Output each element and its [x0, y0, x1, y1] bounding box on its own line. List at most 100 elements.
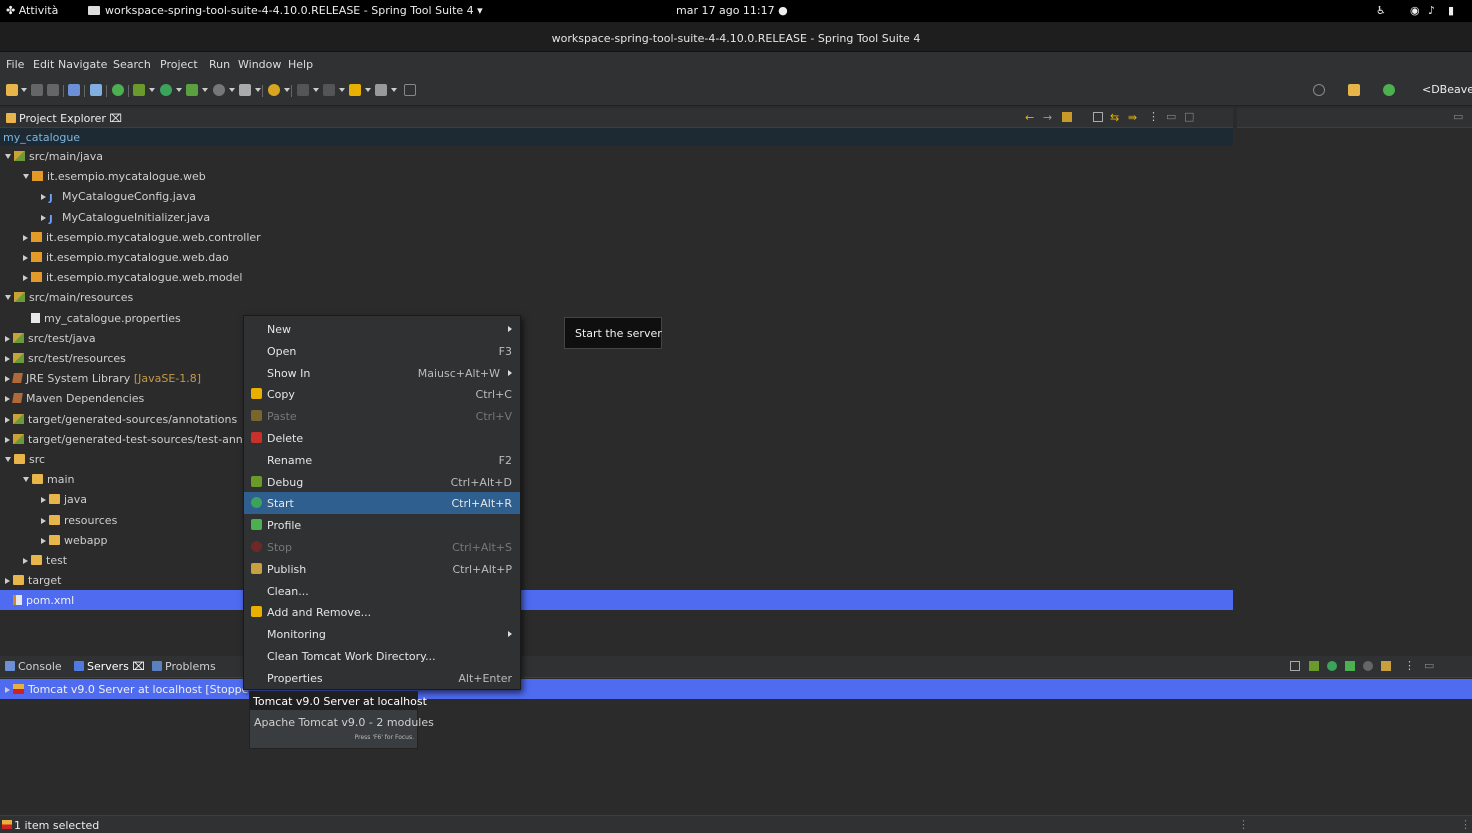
- tree-item[interactable]: test: [0, 550, 1233, 570]
- menu-run[interactable]: Run: [209, 58, 230, 71]
- accessibility-icon[interactable]: ♿: [1376, 4, 1386, 17]
- app-menu[interactable]: workspace-spring-tool-suite-4-4.10.0.REL…: [88, 4, 483, 17]
- menu-item-open[interactable]: Open F3: [244, 340, 520, 362]
- tree-item[interactable]: Maven Dependencies: [0, 388, 1233, 408]
- open-type-icon[interactable]: [239, 84, 251, 96]
- menu-item-stop[interactable]: Stop Ctrl+Alt+S: [244, 536, 520, 558]
- view-menu-icon[interactable]: ⋮: [1148, 110, 1159, 123]
- tree-item[interactable]: main: [0, 469, 1233, 489]
- terminal-icon[interactable]: [68, 84, 80, 96]
- menu-item-clean-tomcat-work-directory[interactable]: Clean Tomcat Work Directory...: [244, 645, 520, 667]
- expand-arrow-icon[interactable]: [41, 497, 46, 504]
- last-edit-dropdown-icon[interactable]: [339, 88, 345, 92]
- tree-item[interactable]: src/main/resources: [0, 287, 1233, 307]
- up-folder-icon[interactable]: [1062, 112, 1072, 122]
- server-publish-icon[interactable]: [1381, 661, 1391, 671]
- tree-item[interactable]: resources: [0, 510, 1233, 530]
- expand-arrow-icon[interactable]: [41, 517, 46, 524]
- link-editor-icon[interactable]: ⇆: [1110, 111, 1119, 124]
- expand-arrow-icon[interactable]: [5, 376, 10, 383]
- spring-boot-icon[interactable]: [112, 84, 124, 96]
- expand-arrow-icon[interactable]: [5, 335, 10, 342]
- project-breadcrumb[interactable]: my_catalogue: [0, 128, 1233, 146]
- menu-item-profile[interactable]: Profile: [244, 514, 520, 536]
- tree-item[interactable]: target: [0, 570, 1233, 590]
- run-dropdown-icon[interactable]: [176, 88, 182, 92]
- menu-window[interactable]: Window: [238, 58, 281, 71]
- open-type-dropdown-icon[interactable]: [255, 88, 261, 92]
- expand-arrow-icon[interactable]: [5, 687, 10, 693]
- tree-item[interactable]: JRE System Library [JavaSE-1.8]: [0, 368, 1233, 388]
- menu-file[interactable]: File: [6, 58, 24, 71]
- collapse-arrow-icon[interactable]: [5, 295, 11, 301]
- server-stop-icon[interactable]: [1363, 661, 1373, 671]
- tab-console[interactable]: Console: [5, 660, 62, 673]
- menu-item-properties[interactable]: Properties Alt+Enter: [244, 667, 520, 689]
- coverage-icon[interactable]: [186, 84, 198, 96]
- minimize-icon[interactable]: ▭: [1166, 110, 1176, 123]
- tasks-icon[interactable]: [90, 84, 102, 96]
- dbeaver-perspective-button[interactable]: <DBeaver: [1422, 83, 1472, 96]
- tab-problems[interactable]: Problems: [152, 660, 216, 673]
- network-icon[interactable]: ◉: [1410, 4, 1420, 17]
- tree-item[interactable]: it.esempio.mycatalogue.web.controller: [0, 227, 1233, 247]
- back-nav-icon[interactable]: ←: [1025, 111, 1034, 124]
- tree-item[interactable]: J MyCatalogueConfig.java: [0, 186, 1233, 206]
- forward-icon[interactable]: [375, 84, 387, 96]
- back-icon[interactable]: [349, 84, 361, 96]
- menu-item-add-and-remove[interactable]: Add and Remove...: [244, 601, 520, 623]
- save-all-icon[interactable]: [47, 84, 59, 96]
- minimize-icon[interactable]: ▭: [1424, 659, 1434, 672]
- collapse-arrow-icon[interactable]: [23, 477, 29, 483]
- open-perspective-icon[interactable]: [1348, 84, 1360, 96]
- quick-access-search-icon[interactable]: [1313, 84, 1325, 96]
- volume-icon[interactable]: ♪: [1428, 4, 1435, 17]
- search-dropdown-icon[interactable]: [284, 88, 290, 92]
- expand-arrow-icon[interactable]: [41, 537, 46, 544]
- tree-item[interactable]: src/main/java: [0, 146, 1233, 166]
- tree-item[interactable]: java: [0, 489, 1233, 509]
- expand-arrow-icon[interactable]: [41, 214, 46, 221]
- collapse-all-icon[interactable]: [1290, 661, 1300, 671]
- tree-item[interactable]: pom.xml: [0, 590, 1233, 611]
- menu-item-paste[interactable]: Paste Ctrl+V: [244, 405, 520, 427]
- save-icon[interactable]: [31, 84, 43, 96]
- menu-item-debug[interactable]: Debug Ctrl+Alt+D: [244, 471, 520, 493]
- forward-nav-icon[interactable]: →: [1043, 111, 1052, 124]
- tree-item[interactable]: webapp: [0, 530, 1233, 550]
- pin-editor-icon[interactable]: [404, 84, 416, 96]
- tab-servers[interactable]: Servers ⌧: [74, 660, 145, 673]
- collapse-all-icon[interactable]: [1093, 112, 1103, 122]
- expand-arrow-icon[interactable]: [23, 558, 28, 564]
- menu-item-rename[interactable]: Rename F2: [244, 449, 520, 471]
- new-dropdown-icon[interactable]: [21, 88, 27, 92]
- debug-icon[interactable]: [133, 84, 145, 96]
- expand-arrow-icon[interactable]: [23, 234, 28, 241]
- view-menu-icon[interactable]: ⋮: [1404, 659, 1415, 672]
- menu-edit[interactable]: Edit: [33, 58, 54, 71]
- expand-arrow-icon[interactable]: [5, 436, 10, 443]
- battery-icon[interactable]: ▮: [1448, 4, 1454, 17]
- server-row[interactable]: Tomcat v9.0 Server at localhost [Stoppe: [0, 679, 1472, 699]
- tree-item[interactable]: it.esempio.mycatalogue.web.dao: [0, 247, 1233, 267]
- filter-icon[interactable]: ⇛: [1128, 111, 1137, 124]
- back-dropdown-icon[interactable]: [365, 88, 371, 92]
- search-icon[interactable]: [268, 84, 280, 96]
- debug-dropdown-icon[interactable]: [149, 88, 155, 92]
- tree-item[interactable]: J MyCatalogueInitializer.java: [0, 207, 1233, 227]
- expand-arrow-icon[interactable]: [23, 275, 28, 282]
- expand-arrow-icon[interactable]: [5, 396, 10, 403]
- tree-item[interactable]: src: [0, 449, 1233, 469]
- menu-item-show-in[interactable]: Show In Maiusc+Alt+W: [244, 362, 520, 384]
- expand-arrow-icon[interactable]: [41, 194, 46, 201]
- expand-arrow-icon[interactable]: [23, 255, 28, 261]
- maximize-icon[interactable]: □: [1184, 110, 1194, 123]
- forward-dropdown-icon[interactable]: [391, 88, 397, 92]
- clock[interactable]: mar 17 ago 11:17 ●: [676, 4, 788, 17]
- collapse-arrow-icon[interactable]: [23, 174, 29, 180]
- outline-minimize-icon[interactable]: ▭: [1453, 110, 1463, 123]
- run-icon[interactable]: [160, 84, 172, 96]
- last-edit-icon[interactable]: [323, 84, 335, 96]
- server-profile-icon[interactable]: [1345, 661, 1355, 671]
- external-tools-icon[interactable]: [213, 84, 225, 96]
